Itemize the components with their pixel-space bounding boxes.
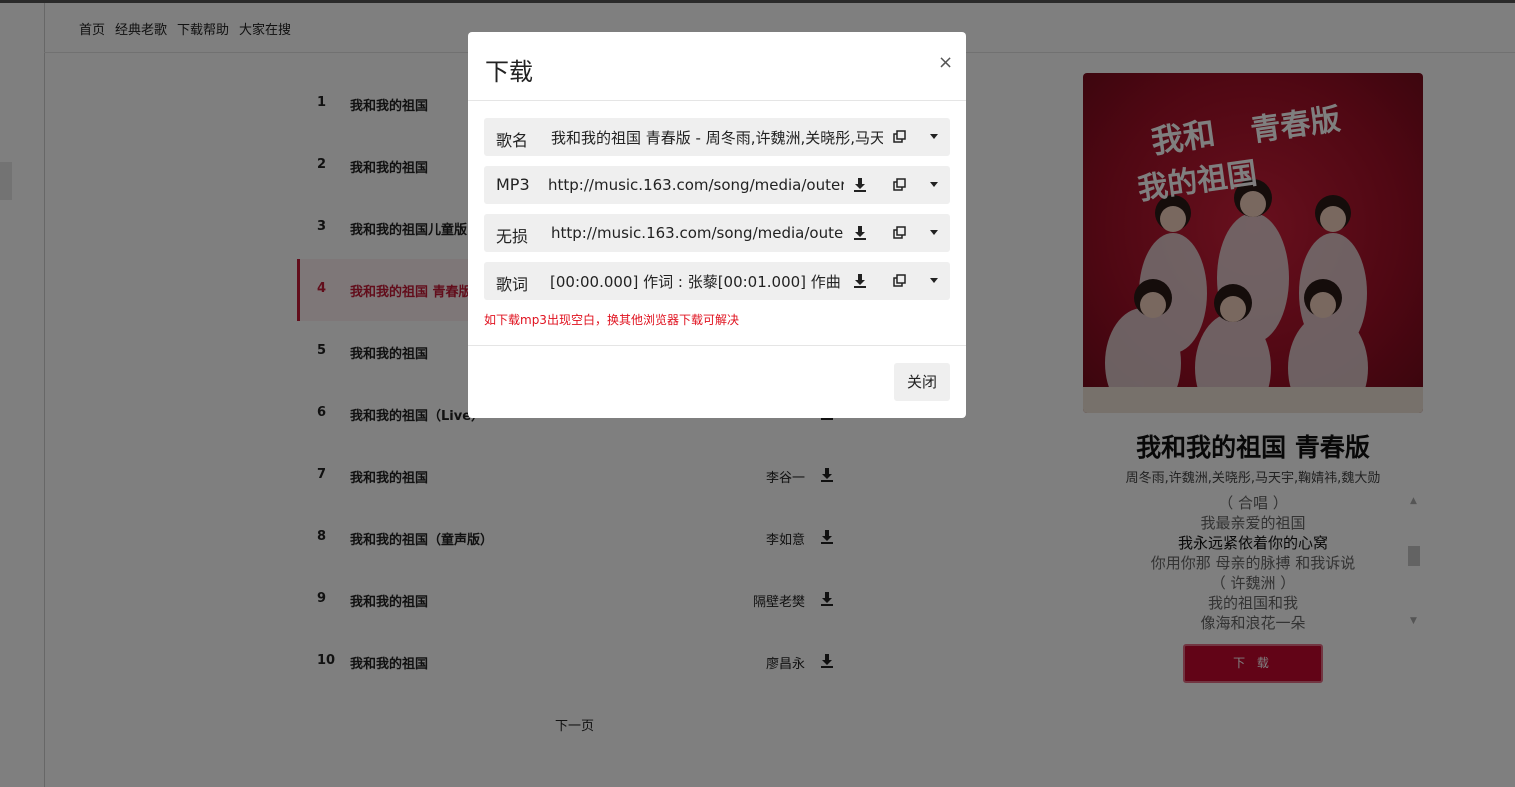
lyrics-input[interactable] — [550, 266, 844, 296]
close-icon[interactable]: × — [938, 52, 953, 73]
chevron-down-icon[interactable] — [930, 134, 938, 139]
field-label-lossless: 无损 — [496, 227, 529, 246]
copy-icon[interactable] — [893, 225, 907, 241]
chevron-down-icon[interactable] — [930, 230, 938, 235]
modal-title: 下载 — [485, 58, 533, 86]
copy-icon[interactable] — [893, 177, 907, 193]
download-modal: 下载 × 歌名 MP3 无损 歌词 如下载mp3出现空白，换其他浏览器下载可解决… — [468, 32, 966, 418]
copy-icon[interactable] — [893, 273, 907, 289]
download-icon[interactable] — [853, 177, 867, 193]
copy-icon[interactable] — [893, 129, 907, 145]
field-label-mp3: MP3 — [496, 175, 530, 194]
field-lossless: 无损 — [484, 214, 950, 252]
modal-header: 下载 × — [468, 32, 966, 101]
song-name-input[interactable] — [551, 122, 883, 152]
chevron-down-icon[interactable] — [930, 278, 938, 283]
field-mp3: MP3 — [484, 166, 950, 204]
download-icon[interactable] — [853, 273, 867, 289]
field-lyrics: 歌词 — [484, 262, 950, 300]
chevron-down-icon[interactable] — [930, 182, 938, 187]
modal-footer-divider — [468, 345, 966, 346]
field-label-lyrics: 歌词 — [496, 275, 529, 294]
field-label-song-name: 歌名 — [496, 131, 529, 150]
field-song-name: 歌名 — [484, 118, 950, 156]
lossless-url-input[interactable] — [551, 218, 844, 248]
mp3-url-input[interactable] — [548, 170, 844, 200]
close-button[interactable]: 关闭 — [894, 363, 950, 401]
download-icon[interactable] — [853, 225, 867, 241]
browser-warning-text: 如下载mp3出现空白，换其他浏览器下载可解决 — [484, 313, 739, 327]
